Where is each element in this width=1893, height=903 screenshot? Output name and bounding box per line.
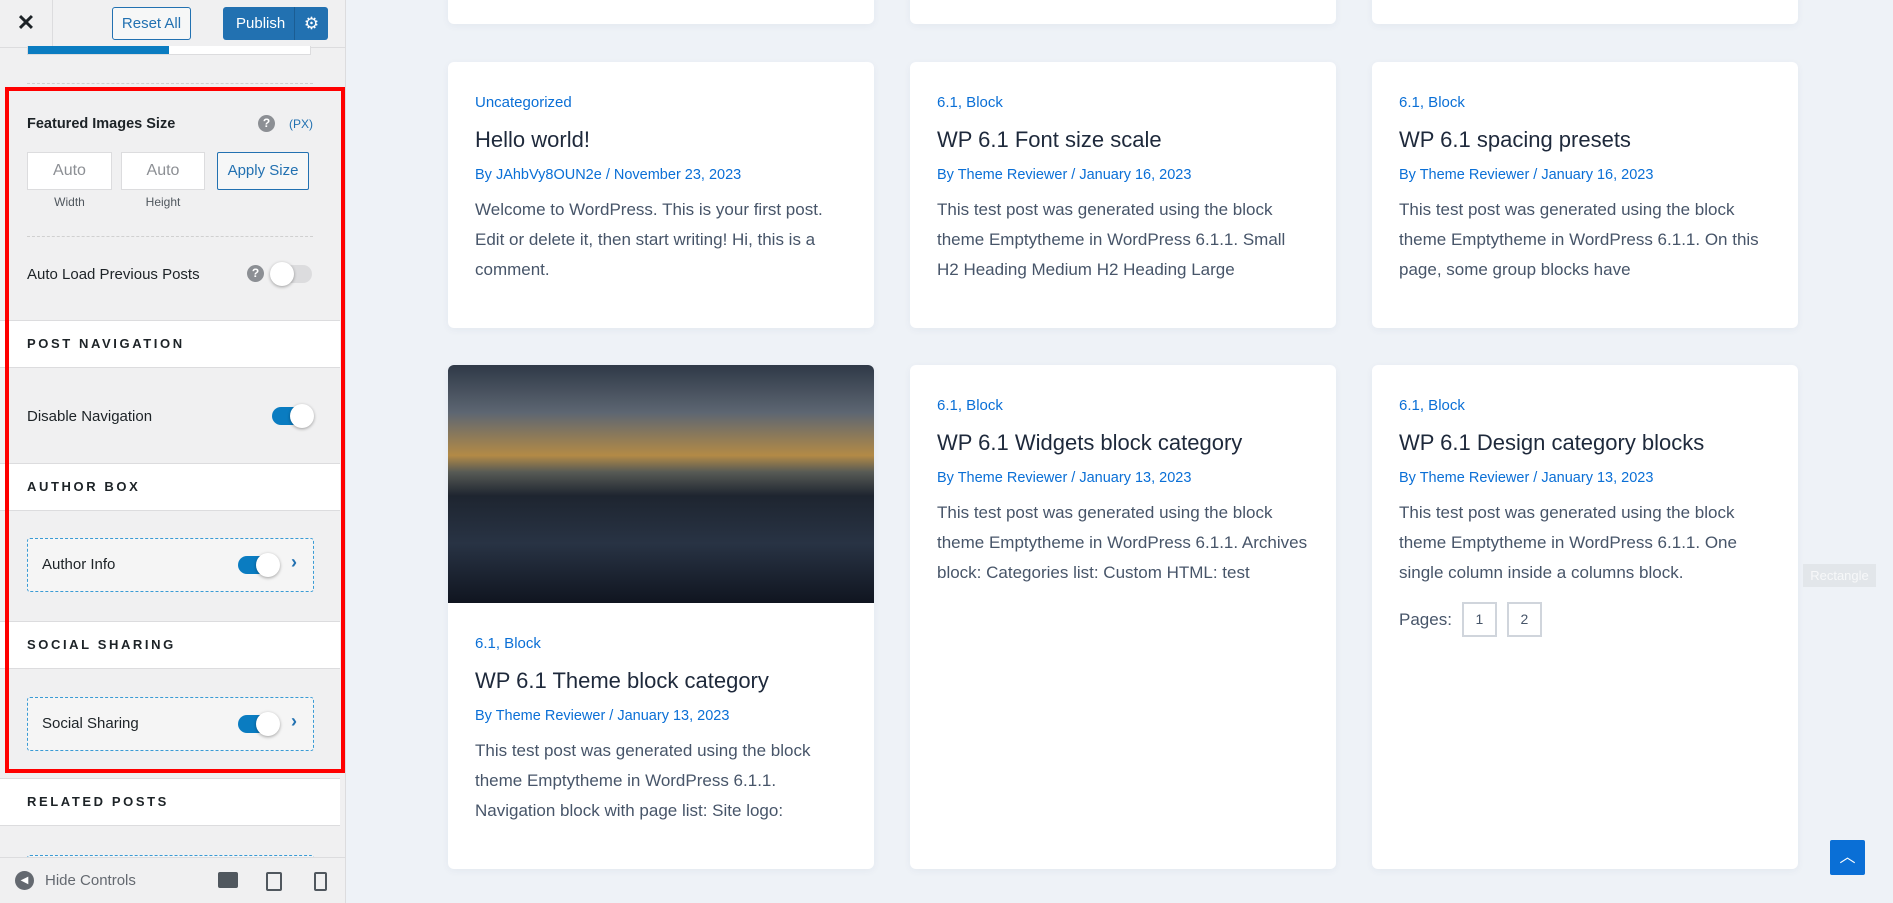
- social-sharing-label: Social Sharing: [42, 715, 139, 732]
- divider: [27, 236, 313, 237]
- post-category[interactable]: 6.1, Block: [937, 94, 1309, 111]
- close-icon[interactable]: ✕: [0, 0, 53, 48]
- pages-label: Pages:: [1399, 609, 1452, 629]
- post-card-partial: [1372, 0, 1798, 24]
- sidebar-footer: ◀ Hide Controls: [0, 857, 345, 903]
- scroll-to-top-button[interactable]: ︿: [1830, 840, 1865, 875]
- auto-load-label: Auto Load Previous Posts: [27, 266, 200, 283]
- progress-fill: [28, 46, 169, 54]
- post-excerpt: This test post was generated using the b…: [1399, 503, 1737, 582]
- post-meta[interactable]: By Theme Reviewer / January 13, 2023: [937, 470, 1309, 486]
- author-box-heading: AUTHOR BOX: [0, 463, 340, 511]
- post-category[interactable]: 6.1, Block: [475, 635, 847, 652]
- rectangle-tooltip: Rectangle: [1803, 564, 1876, 587]
- post-card: 6.1, Block WP 6.1 Design category blocks…: [1372, 365, 1798, 869]
- page-link[interactable]: 2: [1506, 602, 1542, 637]
- post-title[interactable]: WP 6.1 Font size scale: [937, 127, 1309, 153]
- author-info-control[interactable]: Author Info ›: [27, 538, 314, 592]
- post-meta[interactable]: By Theme Reviewer / January 16, 2023: [1399, 167, 1771, 183]
- pagination: Pages: 1 2: [1399, 602, 1771, 637]
- chevron-right-icon[interactable]: ›: [291, 711, 297, 732]
- height-input[interactable]: Auto: [121, 152, 205, 190]
- post-excerpt: This test post was generated using the b…: [937, 200, 1286, 279]
- post-card: 6.1, Block WP 6.1 spacing presets By The…: [1372, 62, 1798, 328]
- sidebar-header: ✕ Reset All Publish ⚙: [0, 0, 345, 48]
- disable-navigation-toggle[interactable]: [272, 404, 314, 428]
- post-card-partial: [910, 0, 1336, 24]
- author-info-toggle[interactable]: [238, 553, 280, 577]
- reset-all-button[interactable]: Reset All: [112, 7, 191, 40]
- post-excerpt: This test post was generated using the b…: [1399, 200, 1759, 279]
- featured-images-size-label: Featured Images Size: [27, 116, 176, 132]
- post-category[interactable]: 6.1, Block: [1399, 397, 1771, 414]
- disable-navigation-label: Disable Navigation: [27, 408, 153, 425]
- page-link[interactable]: 1: [1461, 602, 1497, 637]
- post-card: Uncategorized Hello world! By JAhbVy8OUN…: [448, 62, 874, 328]
- post-title[interactable]: WP 6.1 spacing presets: [1399, 127, 1771, 153]
- unit-label: (PX): [289, 117, 313, 131]
- width-input[interactable]: Auto: [27, 152, 112, 190]
- divider: [27, 83, 313, 84]
- post-card: 6.1, Block WP 6.1 Theme block category B…: [448, 365, 874, 869]
- progress-bar: [27, 46, 311, 55]
- author-info-label: Author Info: [42, 556, 116, 573]
- mobile-icon[interactable]: [314, 872, 327, 891]
- auto-load-toggle[interactable]: [270, 262, 312, 286]
- social-sharing-control[interactable]: Social Sharing ›: [27, 697, 314, 751]
- post-category[interactable]: 6.1, Block: [1399, 94, 1771, 111]
- post-meta[interactable]: By JAhbVy8OUN2e / November 23, 2023: [475, 167, 847, 183]
- help-icon[interactable]: ?: [258, 115, 275, 132]
- post-excerpt: This test post was generated using the b…: [475, 741, 811, 820]
- post-title[interactable]: WP 6.1 Design category blocks: [1399, 430, 1771, 456]
- gear-icon[interactable]: ⚙: [294, 7, 328, 40]
- customizer-sidebar: ✕ Reset All Publish ⚙ Featured Images Si…: [0, 0, 346, 903]
- post-meta[interactable]: By Theme Reviewer / January 13, 2023: [475, 708, 847, 724]
- post-excerpt: Welcome to WordPress. This is your first…: [475, 200, 823, 279]
- post-title[interactable]: WP 6.1 Widgets block category: [937, 430, 1309, 456]
- chevron-up-icon: ︿: [1839, 849, 1856, 866]
- social-sharing-toggle[interactable]: [238, 712, 280, 736]
- apply-size-button[interactable]: Apply Size: [217, 152, 309, 190]
- post-meta[interactable]: By Theme Reviewer / January 16, 2023: [937, 167, 1309, 183]
- width-label: Width: [54, 195, 85, 209]
- collapse-arrow-icon[interactable]: ◀: [15, 871, 34, 890]
- publish-button[interactable]: Publish ⚙: [223, 7, 328, 40]
- publish-label: Publish: [236, 15, 286, 32]
- post-meta[interactable]: By Theme Reviewer / January 13, 2023: [1399, 470, 1771, 486]
- post-excerpt: This test post was generated using the b…: [937, 503, 1308, 582]
- desktop-icon[interactable]: [218, 872, 238, 888]
- hide-controls-button[interactable]: Hide Controls: [45, 872, 136, 889]
- tablet-icon[interactable]: [266, 872, 282, 891]
- chevron-right-icon[interactable]: ›: [291, 552, 297, 573]
- post-card: 6.1, Block WP 6.1 Widgets block category…: [910, 365, 1336, 869]
- post-navigation-heading: POST NAVIGATION: [0, 320, 340, 368]
- featured-image[interactable]: [448, 365, 874, 603]
- post-category[interactable]: Uncategorized: [475, 94, 847, 111]
- post-category[interactable]: 6.1, Block: [937, 397, 1309, 414]
- height-label: Height: [145, 195, 181, 209]
- social-sharing-heading: SOCIAL SHARING: [0, 621, 340, 669]
- post-title[interactable]: WP 6.1 Theme block category: [475, 668, 847, 694]
- related-posts-heading[interactable]: RELATED POSTS: [0, 778, 340, 826]
- help-icon[interactable]: ?: [247, 265, 264, 282]
- post-card: 6.1, Block WP 6.1 Font size scale By The…: [910, 62, 1336, 328]
- post-title[interactable]: Hello world!: [475, 127, 847, 153]
- post-card-partial: [448, 0, 874, 24]
